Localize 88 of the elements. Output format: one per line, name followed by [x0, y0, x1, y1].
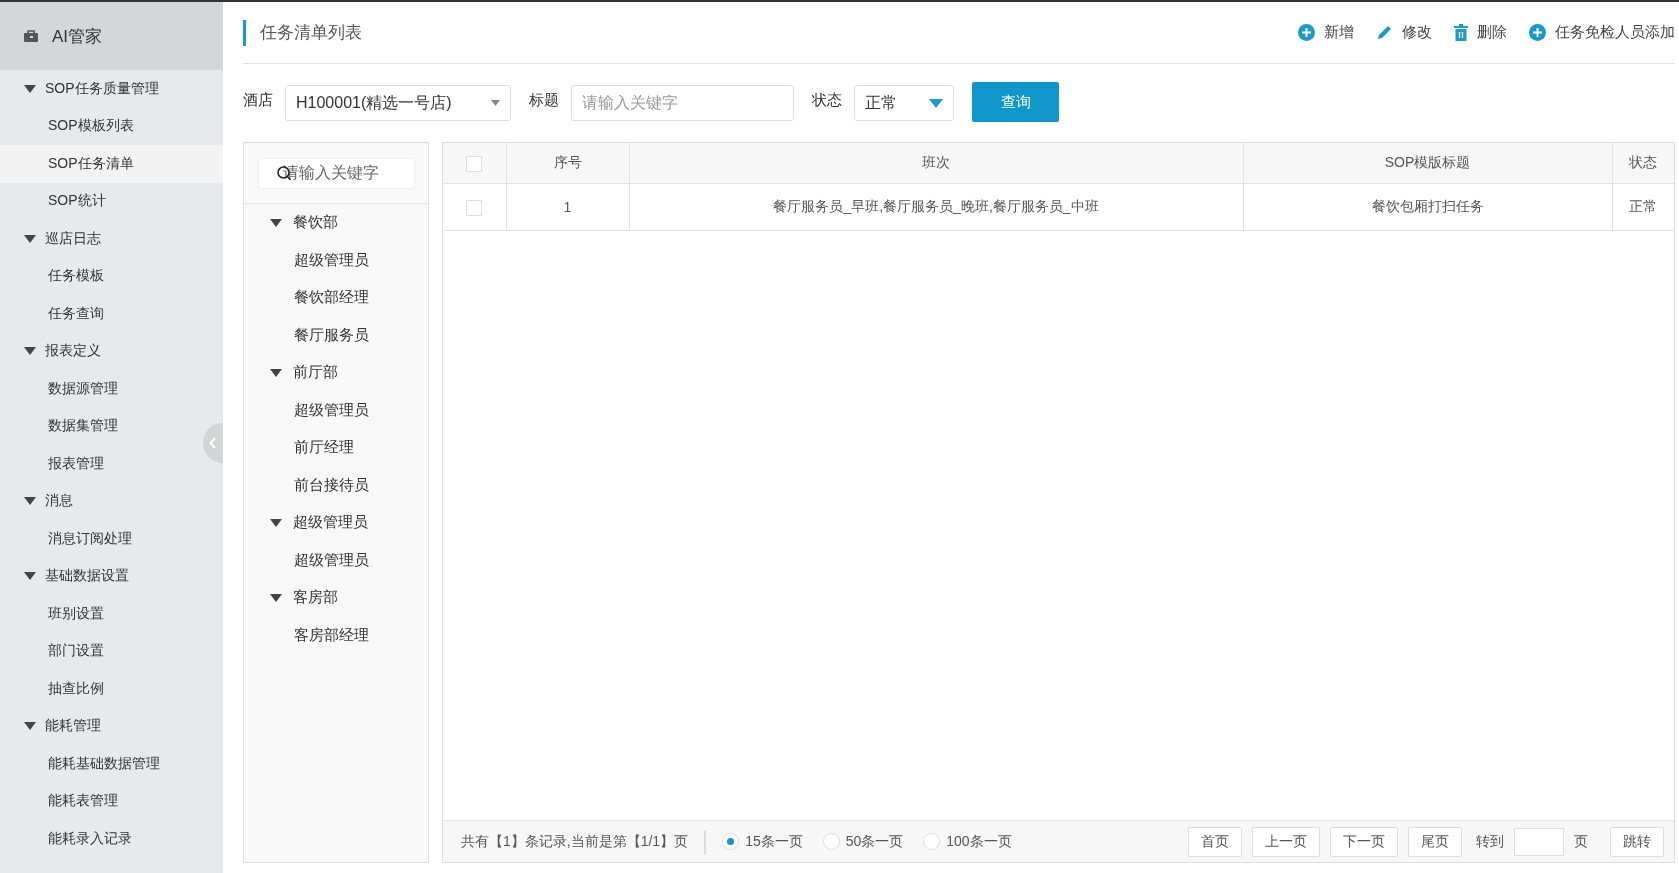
tree-node[interactable]: 前厅经理: [244, 429, 428, 467]
menu-item[interactable]: SOP模板列表: [0, 107, 198, 145]
caret-down-icon: [491, 100, 500, 106]
tree-node[interactable]: 餐厅服务员: [244, 316, 428, 354]
menu-group[interactable]: 消息: [0, 482, 194, 520]
title-input-field[interactable]: 请输入关键字: [571, 85, 794, 121]
chevron-left-icon: [209, 437, 217, 449]
menu-item[interactable]: 数据集管理: [0, 407, 198, 445]
column-header: 序号: [506, 143, 629, 184]
tree-node[interactable]: 超级管理员: [244, 391, 428, 429]
tree-node[interactable]: 超级管理员: [244, 241, 428, 279]
caret-down-icon[interactable]: [270, 217, 282, 228]
caret-down-icon[interactable]: [24, 83, 36, 94]
caret-down-icon[interactable]: [270, 517, 282, 528]
toolbar-button[interactable]: 修改: [1376, 23, 1432, 42]
caret-down-icon: [929, 98, 943, 108]
caret-down-icon[interactable]: [270, 367, 282, 378]
tree-node[interactable]: 超级管理员: [244, 541, 428, 579]
field-label: 状态: [812, 90, 842, 110]
field-label: 酒店: [243, 90, 273, 110]
page-title: 任务清单列表: [243, 19, 362, 46]
collapse-handle[interactable]: [203, 423, 223, 463]
plus-circle-icon: [1298, 24, 1315, 41]
tree-node[interactable]: 前厅部: [244, 354, 428, 392]
column-header: SOP模版标题: [1243, 143, 1612, 184]
menu-group[interactable]: 巡店日志: [0, 220, 194, 258]
menu-item[interactable]: 报表管理: [0, 445, 198, 483]
status-select[interactable]: 正常: [854, 85, 954, 121]
tree-node[interactable]: 客房部经理: [244, 616, 428, 654]
caret-down-icon[interactable]: [24, 721, 36, 732]
page-number-field[interactable]: [1514, 827, 1564, 856]
page-unit-label: 页: [1574, 832, 1588, 851]
hotel-select[interactable]: H100001(精选一号店): [285, 85, 511, 121]
page-size-option[interactable]: 100条一页: [923, 832, 1012, 851]
menu-item[interactable]: 消息订阅处理: [0, 520, 198, 558]
page-button[interactable]: 上一页: [1252, 826, 1320, 857]
caret-down-icon[interactable]: [24, 233, 36, 244]
page-size-option[interactable]: 15条一页: [722, 832, 803, 851]
page-button[interactable]: 首页: [1188, 826, 1242, 857]
tree-node[interactable]: 超级管理员: [244, 504, 428, 542]
pencil-icon: [1376, 24, 1393, 41]
menu-item[interactable]: 能耗表管理: [0, 782, 198, 820]
menu-item[interactable]: 班别设置: [0, 595, 198, 633]
caret-down-icon[interactable]: [24, 346, 36, 357]
record-summary: 共有【1】条记录,当前是第【1/1】页: [461, 832, 689, 851]
menu-group[interactable]: 报表定义: [0, 332, 194, 370]
select-all-checkbox[interactable]: [466, 155, 483, 172]
row-checkbox[interactable]: [466, 199, 483, 216]
menu-item[interactable]: 部门设置: [0, 632, 198, 670]
column-header: 状态: [1612, 143, 1674, 184]
menu-item[interactable]: 数据源管理: [0, 370, 198, 408]
caret-down-icon[interactable]: [24, 571, 36, 582]
menu-group[interactable]: SOP任务质量管理: [0, 70, 194, 108]
menu-item[interactable]: 能耗基础数据管理: [0, 745, 198, 783]
app-title: AI管家: [52, 25, 103, 48]
menu-item[interactable]: 抽查比例: [0, 670, 198, 708]
menu-item[interactable]: SOP任务清单: [0, 145, 223, 183]
menu-group[interactable]: 基础数据设置: [0, 557, 194, 595]
tree-node[interactable]: 餐饮部: [244, 204, 428, 242]
radio-button[interactable]: [722, 833, 740, 850]
toolbar-button[interactable]: 新增: [1298, 23, 1354, 42]
table-cell: 1: [506, 183, 629, 231]
page-size-option[interactable]: 50条一页: [822, 832, 904, 851]
field-label: 标题: [529, 90, 559, 110]
jump-button[interactable]: 跳转: [1610, 826, 1664, 857]
radio-button[interactable]: [923, 833, 941, 850]
toolbar-button[interactable]: 任务免检人员添加: [1529, 23, 1675, 42]
menu-group[interactable]: 能耗管理: [0, 707, 194, 745]
tree-node[interactable]: 餐饮部经理: [244, 279, 428, 317]
menu-item[interactable]: 任务查询: [0, 295, 198, 333]
goto-label: 转到: [1476, 832, 1504, 851]
toolbar-button[interactable]: 删除: [1454, 23, 1507, 42]
trash-icon: [1454, 24, 1468, 41]
table-cell: 餐饮包厢打扫任务: [1243, 183, 1612, 231]
menu-item[interactable]: 任务模板: [0, 257, 198, 295]
menu-item[interactable]: SOP统计: [0, 182, 198, 220]
column-header: 班次: [629, 143, 1243, 184]
caret-down-icon[interactable]: [24, 496, 36, 507]
page-button[interactable]: 尾页: [1408, 826, 1462, 857]
table-cell: 餐厅服务员_早班,餐厅服务员_晚班,餐厅服务员_中班: [629, 183, 1243, 231]
menu-item[interactable]: 能耗录入记录: [0, 820, 198, 858]
plus-circle-icon: [1529, 24, 1546, 41]
radio-button[interactable]: [822, 833, 840, 850]
caret-down-icon[interactable]: [270, 592, 282, 603]
page-button[interactable]: 下一页: [1330, 826, 1398, 857]
briefcase-icon: [24, 30, 38, 42]
tree-node[interactable]: 前台接待员: [244, 466, 428, 504]
tree-node[interactable]: 客房部: [244, 579, 428, 617]
